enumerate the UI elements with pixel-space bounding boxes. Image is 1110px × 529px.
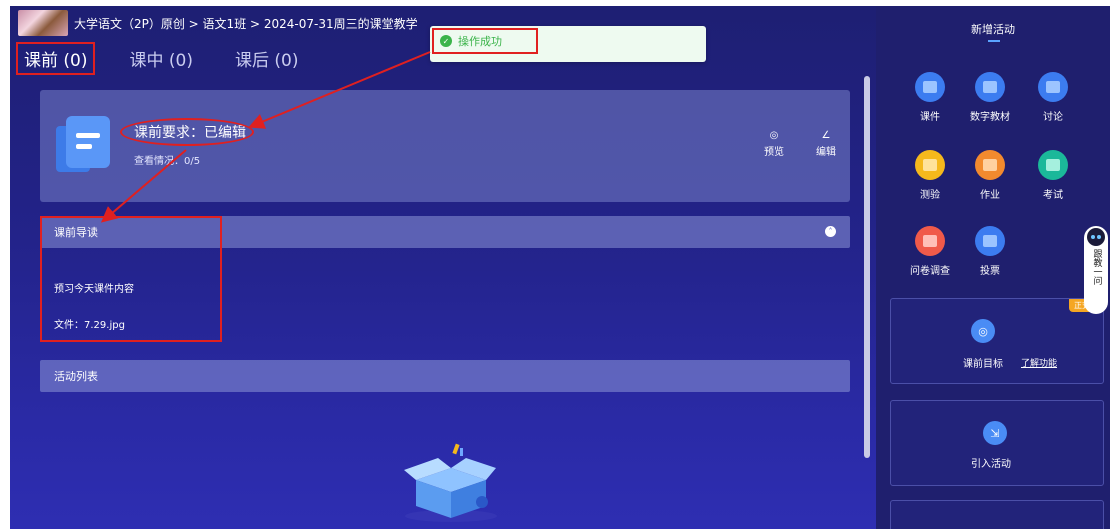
- title-underline: [988, 40, 1000, 42]
- assistant-text: 跟教一问: [1091, 249, 1102, 285]
- activity-vote[interactable]: 投票: [960, 226, 1020, 277]
- class-goal-card[interactable]: 正式版 ◎ 课前目标 了解功能: [890, 298, 1104, 384]
- stage-tabs: 课前 (0) 课中 (0) 课后 (0): [15, 42, 304, 75]
- success-toast: ✓ 操作成功: [430, 26, 706, 62]
- target-icon: ◎: [971, 319, 995, 343]
- tab-after-class[interactable]: 课后 (0): [229, 44, 304, 73]
- breadcrumb-text[interactable]: 大学语文（2P）原创 > 语文1班 > 2024-07-31周三的课堂教学: [74, 15, 418, 32]
- learn-feature-link[interactable]: 了解功能: [1021, 356, 1057, 369]
- scrollbar[interactable]: [864, 76, 870, 458]
- eye-icon: ◎: [769, 130, 779, 141]
- edit-button[interactable]: ∠ 编辑: [816, 130, 836, 158]
- toast-highlight: ✓ 操作成功: [432, 28, 538, 54]
- activity-list-header[interactable]: 活动列表: [40, 360, 850, 392]
- homework-icon: [975, 150, 1005, 180]
- assistant-float[interactable]: 跟教一问: [1084, 226, 1108, 314]
- survey-icon: [915, 226, 945, 256]
- activity-homework[interactable]: 作业: [960, 150, 1020, 201]
- tab-in-class[interactable]: 课中 (0): [123, 44, 198, 73]
- activity-quiz[interactable]: 测验: [900, 150, 960, 201]
- import-activity-card[interactable]: ⇲ 引入活动: [890, 400, 1104, 486]
- robot-icon: [1087, 228, 1105, 246]
- activity-discussion[interactable]: 讨论: [1023, 72, 1083, 123]
- activity-sidebar: 新增活动 课件 数字教材 讨论 测验 作业 考试 问卷调查 投票 正式版 ◎ 课…: [876, 6, 1110, 529]
- document-icon: [56, 116, 112, 174]
- activity-courseware[interactable]: 课件: [900, 72, 960, 123]
- tab-before-class[interactable]: 课前 (0): [15, 42, 96, 75]
- activity-exam[interactable]: 考试: [1023, 150, 1083, 201]
- view-stats: 查看情况：0/5: [134, 156, 201, 167]
- empty-box-illustration: [404, 443, 497, 522]
- vote-icon: [975, 226, 1005, 256]
- check-icon: ✓: [440, 35, 452, 47]
- goal-label: 课前目标: [963, 359, 1003, 370]
- guide-highlight-box: [40, 216, 222, 342]
- preview-button[interactable]: ◎ 预览: [764, 130, 784, 158]
- quiz-icon: [915, 150, 945, 180]
- main-panel: 大学语文（2P）原创 > 语文1班 > 2024-07-31周三的课堂教学 课前…: [10, 6, 876, 529]
- import-label: 引入活动: [971, 459, 1011, 470]
- requirement-card[interactable]: 课前要求：已编辑 查看情况：0/5 ◎ 预览 ∠ 编辑: [40, 90, 850, 202]
- pencil-icon: ∠: [821, 130, 831, 141]
- activity-digital-textbook[interactable]: 数字教材: [960, 72, 1020, 123]
- activity-survey[interactable]: 问卷调查: [900, 226, 960, 277]
- import-icon: ⇲: [983, 421, 1007, 445]
- toast-text: 操作成功: [458, 35, 502, 48]
- title-highlight-ellipse: [120, 118, 254, 146]
- digital-textbook-icon: [975, 72, 1005, 102]
- exam-icon: [1038, 150, 1068, 180]
- sidebar-title: 新增活动: [971, 23, 1015, 36]
- courseware-icon: [915, 72, 945, 102]
- more-card[interactable]: [890, 500, 1104, 529]
- collapse-icon[interactable]: ˄: [825, 226, 836, 237]
- breadcrumb: 大学语文（2P）原创 > 语文1班 > 2024-07-31周三的课堂教学: [18, 10, 418, 36]
- course-thumbnail[interactable]: [18, 10, 68, 36]
- discussion-icon: [1038, 72, 1068, 102]
